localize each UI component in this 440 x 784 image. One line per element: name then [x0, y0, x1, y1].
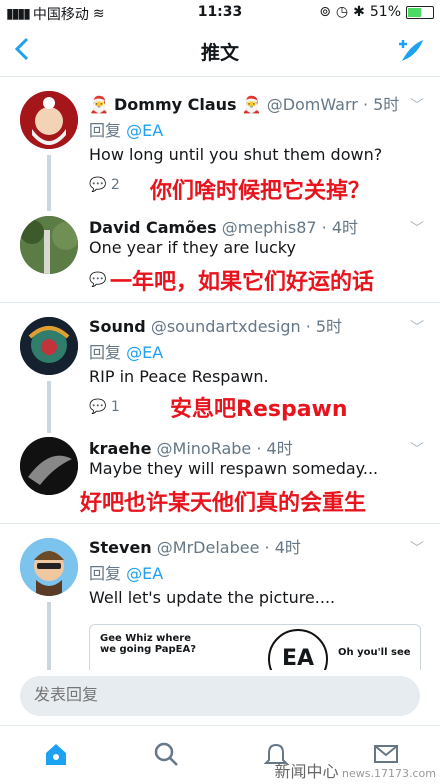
- forest-avatar-image: [20, 216, 78, 274]
- reply-label: 回复: [89, 121, 122, 140]
- santa-emoji-icon: 🎅: [241, 95, 262, 114]
- tweet-text: RIP in Peace Respawn.: [89, 367, 269, 386]
- chinese-caption: 安息吧Respawn: [170, 397, 348, 422]
- avatar[interactable]: [20, 216, 78, 274]
- tweet-item[interactable]: 🎅 Dommy Claus 🎅 @DomWarr · 5时 ﹀ 回复 @EA H…: [0, 77, 440, 211]
- reply-action[interactable]: 💬 1: [89, 399, 120, 415]
- tweet-item[interactable]: kraehe @MinoRabe · 4时 ﹀ Maybe they will …: [0, 423, 440, 523]
- compose-feather-icon: [399, 40, 423, 61]
- chinese-caption: 你们啥时候把它关掉？: [150, 179, 371, 204]
- watermark-site: news.17173.com: [342, 767, 436, 780]
- tweet-text: One year if they are lucky: [89, 238, 296, 257]
- search-icon: [154, 742, 178, 766]
- tweet-header: kraehe @MinoRabe · 4时: [89, 435, 293, 459]
- avatar[interactable]: [20, 538, 78, 596]
- reply-to-line: 回复 @EA: [89, 560, 163, 584]
- tweet-item[interactable]: David Camões @mephis87 · 4时 ﹀ One year i…: [0, 202, 440, 302]
- author-name[interactable]: Dommy Claus: [114, 95, 237, 114]
- reply-count: 1: [110, 399, 120, 415]
- tweet-actions: 💬 2: [89, 177, 120, 193]
- status-bar: ▮▮▮▮ 中国移动 ≋ 11:33 ⊚ ◷ ✱ 51%: [0, 0, 440, 26]
- reply-to-line: 回复 @EA: [89, 117, 163, 141]
- bluetooth-icon: ✱: [353, 4, 365, 20]
- home-icon: [46, 744, 66, 765]
- chevron-down-icon[interactable]: ﹀: [410, 218, 424, 238]
- tweet-header: 🎅 Dommy Claus 🎅 @DomWarr · 5时: [89, 91, 399, 115]
- tweet-actions: 💬: [89, 272, 106, 288]
- battery-percent: 51%: [369, 4, 401, 20]
- avatar[interactable]: [20, 317, 78, 375]
- watermark-brand: 新闻中心: [274, 762, 339, 781]
- alarm-icon: ◷: [335, 4, 349, 20]
- thread-line: [47, 602, 51, 670]
- tweet-feed[interactable]: 🎅 Dommy Claus 🎅 @DomWarr · 5时 ﹀ 回复 @EA H…: [0, 77, 440, 670]
- santa-emoji-icon: 🎅: [89, 95, 109, 114]
- tweet-time: · 4时: [256, 439, 293, 458]
- chevron-down-icon[interactable]: ﹀: [410, 538, 424, 558]
- reply-label: 回复: [89, 564, 122, 583]
- tweet-item[interactable]: Sound @soundartxdesign · 5时 ﹀ 回复 @EA RIP…: [0, 303, 440, 433]
- reply-label: 回复: [89, 343, 122, 362]
- author-handle[interactable]: @DomWarr: [267, 95, 358, 114]
- tab-home[interactable]: [42, 740, 70, 768]
- author-handle[interactable]: @MinoRabe: [157, 439, 252, 458]
- reply-bar: [0, 670, 440, 720]
- watermark: 新闻中心 news.17173.com: [275, 758, 436, 782]
- author-handle[interactable]: @MrDelabee: [157, 538, 260, 557]
- cartoon-avatar-image: [20, 538, 78, 596]
- author-name[interactable]: kraehe: [89, 439, 151, 458]
- tweet-header: Steven @MrDelabee · 4时: [89, 534, 301, 558]
- author-name[interactable]: Sound: [89, 317, 146, 336]
- tweet-time: · 5时: [305, 317, 343, 336]
- avatar[interactable]: [20, 91, 78, 149]
- chevron-down-icon[interactable]: ﹀: [410, 439, 424, 459]
- comment-icon: 💬: [89, 177, 107, 193]
- tab-bar: 新闻中心 news.17173.com: [0, 725, 440, 784]
- comment-icon[interactable]: 💬: [89, 272, 106, 288]
- reply-action[interactable]: 💬 2: [89, 177, 120, 193]
- tab-search[interactable]: [152, 740, 180, 768]
- comment-icon: 💬: [89, 399, 107, 415]
- tweet-time: · 4时: [321, 218, 359, 237]
- avatar[interactable]: [20, 437, 78, 495]
- tweet-header: Sound @soundartxdesign · 5时: [89, 313, 342, 337]
- reply-count: 2: [110, 177, 120, 193]
- reply-input[interactable]: [20, 676, 420, 716]
- tweet-text: Maybe they will respawn someday...: [89, 459, 379, 478]
- nav-bar: 推文: [0, 26, 440, 77]
- author-handle[interactable]: @soundartxdesign: [151, 317, 301, 336]
- author-handle[interactable]: @mephis87: [222, 218, 317, 237]
- tweet-time: · 4时: [264, 538, 301, 557]
- page-title: 推文: [200, 42, 239, 64]
- chinese-caption: 好吧也许某天他们真的会重生: [80, 491, 367, 516]
- author-name[interactable]: David Camões: [89, 218, 217, 237]
- lock-rotation-icon: ⊚: [319, 4, 331, 20]
- reply-to-handle[interactable]: @EA: [126, 343, 163, 362]
- chevron-down-icon[interactable]: ﹀: [410, 317, 424, 337]
- tweet-header: David Camões @mephis87 · 4时: [89, 214, 358, 238]
- status-right: ⊚ ◷ ✱ 51%: [319, 4, 434, 20]
- tweet-text: How long until you shut them down?: [89, 145, 383, 164]
- tweet-time: · 5时: [362, 95, 400, 114]
- dark-avatar-image: [20, 437, 78, 495]
- reply-to-handle[interactable]: @EA: [126, 564, 163, 583]
- tweet-text: Well let's update the picture....: [89, 588, 336, 607]
- ea-logo: EA: [268, 629, 328, 670]
- battery-icon: [406, 5, 434, 19]
- chinese-caption: 一年吧，如果它们好运的话: [110, 270, 375, 295]
- santa-avatar-image: [20, 91, 78, 149]
- speech-bubble-right: Oh you'll see: [338, 647, 411, 658]
- artwork-avatar-image: [20, 317, 78, 375]
- speech-bubble-left: Gee Whiz where we going PapEA?: [100, 633, 197, 655]
- tweet-image-card[interactable]: Gee Whiz where we going PapEA? EA Oh you…: [89, 624, 421, 670]
- reply-to-line: 回复 @EA: [89, 339, 163, 363]
- reply-to-handle[interactable]: @EA: [126, 121, 163, 140]
- chevron-down-icon[interactable]: ﹀: [410, 95, 424, 115]
- tweet-actions: 💬 1: [89, 399, 120, 415]
- compose-button[interactable]: [396, 36, 426, 66]
- author-name[interactable]: Steven: [89, 538, 152, 557]
